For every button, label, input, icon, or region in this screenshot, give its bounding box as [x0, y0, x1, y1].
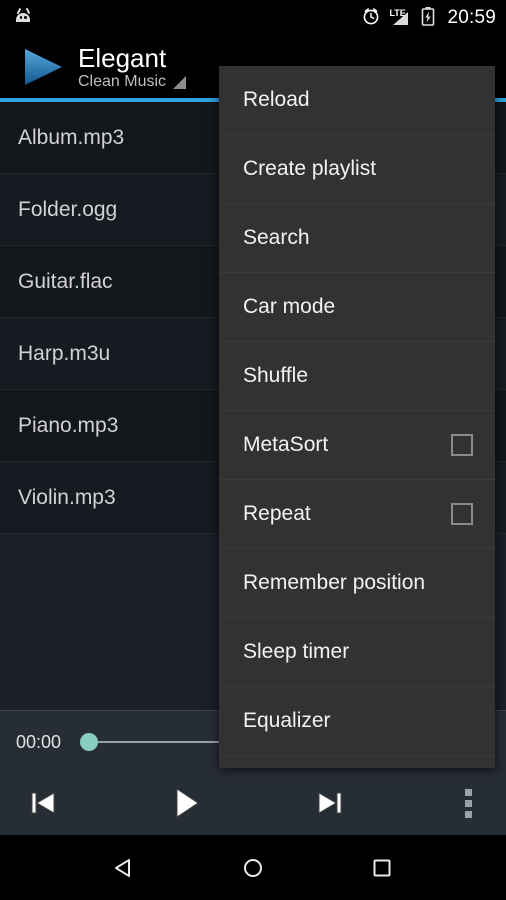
app-title-block[interactable]: Elegant Clean Music	[78, 42, 187, 91]
list-item-label: Piano.mp3	[18, 413, 119, 437]
home-circle-icon[interactable]	[228, 843, 278, 893]
status-bar-system-icons: LTE 20:59	[361, 6, 496, 31]
overflow-dot	[464, 788, 472, 796]
status-bar: LTE 20:59	[0, 0, 506, 36]
menu-item-label: Reload	[243, 88, 310, 111]
menu-item-search[interactable]: Search	[219, 204, 495, 273]
menu-item-shuffle[interactable]: Shuffle	[219, 342, 495, 411]
seek-thumb[interactable]	[80, 733, 98, 751]
next-button[interactable]	[313, 786, 347, 820]
menu-item-label: Shuffle	[243, 364, 308, 387]
menu-item-repeat[interactable]: Repeat	[219, 480, 495, 549]
overflow-menu-icon[interactable]	[453, 783, 484, 824]
menu-item-sleep-timer[interactable]: Sleep timer	[219, 618, 495, 687]
recents-square-icon[interactable]	[357, 843, 407, 893]
previous-button[interactable]	[26, 786, 60, 820]
menu-item-label: Remember position	[243, 571, 426, 594]
list-item-label: Guitar.flac	[18, 269, 113, 293]
status-bar-clock: 20:59	[447, 7, 496, 28]
overflow-dot	[464, 799, 472, 807]
play-button[interactable]	[166, 783, 206, 823]
elapsed-time: 00:00	[16, 731, 62, 752]
list-item-label: Folder.ogg	[18, 197, 118, 221]
signal-bars-icon: LTE	[389, 8, 413, 28]
menu-item-remember-position[interactable]: Remember position	[219, 549, 495, 618]
page-title: Elegant	[78, 42, 167, 73]
list-item-label: Album.mp3	[18, 125, 125, 149]
play-triangle-logo	[20, 45, 66, 89]
battery-charging-icon	[421, 6, 435, 31]
dropdown-triangle-icon[interactable]	[173, 75, 187, 89]
menu-item-label: Car mode	[243, 295, 336, 318]
menu-item-label: MetaSort	[243, 433, 329, 456]
android-head-icon	[14, 7, 32, 28]
back-triangle-icon[interactable]	[99, 843, 149, 893]
menu-item-label: Equalizer	[243, 709, 331, 732]
status-bar-notifications	[14, 7, 361, 28]
repeat-checkbox[interactable]	[451, 503, 473, 525]
alarm-clock-icon	[361, 6, 381, 31]
overflow-popup-menu: Reload Create playlist Search Car mode S…	[219, 66, 495, 768]
menu-item-label: Sleep timer	[243, 640, 350, 663]
list-item-label: Harp.m3u	[18, 341, 111, 365]
menu-item-car-mode[interactable]: Car mode	[219, 273, 495, 342]
system-nav-bar	[0, 835, 506, 900]
menu-item-label: Repeat	[243, 502, 311, 525]
list-item-label: Violin.mp3	[18, 485, 116, 509]
menu-item-label: Search	[243, 226, 310, 249]
menu-item-create-playlist[interactable]: Create playlist	[219, 135, 495, 204]
menu-item-equalizer[interactable]: Equalizer	[219, 687, 495, 756]
menu-item-metasort[interactable]: MetaSort	[219, 411, 495, 480]
transport-controls	[0, 773, 506, 833]
overflow-dot	[464, 810, 472, 818]
menu-item-reload[interactable]: Reload	[219, 66, 495, 135]
metasort-checkbox[interactable]	[451, 434, 473, 456]
app-subtitle: Clean Music	[78, 72, 167, 90]
app-screen: LTE 20:59 Elegant Clean Music Album.mp3 …	[0, 0, 506, 900]
menu-item-label: Create playlist	[243, 157, 377, 180]
